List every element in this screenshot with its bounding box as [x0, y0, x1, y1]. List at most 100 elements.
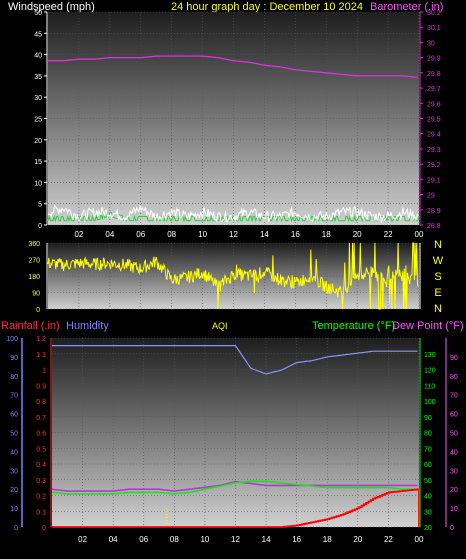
temperature-tick-label: 20 — [424, 525, 432, 532]
rainfall-tick-label: 0.5 — [36, 446, 46, 453]
barometer-tick-label: 29.7 — [427, 86, 441, 93]
x-tick-label: 12 — [229, 230, 238, 239]
barometer-tick-label: 29.6 — [427, 101, 441, 108]
x-tick-label: 10 — [198, 230, 207, 239]
dewpoint-tick-label: 40 — [450, 449, 458, 456]
windspeed-tick-label: 15 — [34, 159, 42, 166]
barometer-tick-label: 30.2 — [427, 10, 441, 17]
rainfall-tick-label: 0 — [42, 525, 46, 532]
x-tick-label: 02 — [74, 230, 83, 239]
humidity-tick-label: 60 — [10, 412, 18, 419]
wind-direction-axis-ticks: 0 90 180 270 360 — [28, 241, 40, 314]
x-tick-label: 14 — [260, 230, 269, 239]
dewpoint-tick-label: 80 — [450, 374, 458, 381]
barometer-tick-label: 29.8 — [427, 71, 441, 78]
wind-direction-tick-label: 0 — [36, 307, 40, 314]
wind-direction-tick-label: 270 — [28, 258, 40, 265]
wind-direction-tick-label: 360 — [28, 241, 40, 248]
temperature-tick-label: 120 — [424, 368, 436, 375]
barometer-tick-label: 29 — [427, 193, 435, 200]
graph-title: 24 hour graph day : December 10 2024 — [171, 1, 363, 13]
humidity-tick-label: 20 — [10, 487, 18, 494]
dewpoint-tick-label: 30 — [450, 468, 458, 475]
dewpoint-tick-label: 10 — [450, 506, 458, 513]
dewpoint-tick-label: 60 — [450, 412, 458, 419]
humidity-tick-label: 90 — [10, 355, 18, 362]
rainfall-label: Rainfall (.in) — [1, 320, 60, 332]
compass-letter: E — [434, 287, 441, 299]
rainfall-tick-label: 0.6 — [36, 431, 46, 438]
compass-letter: S — [434, 271, 441, 283]
temperature-tick-label: 100 — [424, 399, 436, 406]
x-tick-label: 14 — [262, 535, 271, 544]
humidity-tick-label: 30 — [10, 468, 18, 475]
rainfall-tick-label: 0.8 — [36, 399, 46, 406]
x-tick-label: 04 — [105, 230, 114, 239]
dewpoint-tick-label: 90 — [450, 355, 458, 362]
x-tick-label: 06 — [136, 230, 145, 239]
dewpoint-tick-label: 0 — [450, 525, 454, 532]
dewpoint-label: Dew Point (°F) — [392, 320, 464, 332]
barometer-tick-label: 29.9 — [427, 56, 441, 63]
x-tick-label: 08 — [170, 535, 179, 544]
wind-direction-tick-label: 90 — [32, 291, 40, 298]
temperature-tick-label: 30 — [424, 509, 432, 516]
compass-letter: N — [434, 239, 442, 251]
dewpoint-tick-label: 70 — [450, 393, 458, 400]
rainfall-tick-label: 0.2 — [36, 494, 46, 501]
x-tick-label: 08 — [167, 230, 176, 239]
x-tick-label: 00 — [415, 535, 424, 544]
temperature-label: Temperature (°F) — [312, 320, 395, 332]
weather-graph: Windspeed (mph) 24 hour graph day : Dece… — [0, 0, 466, 554]
barometer-tick-label: 30 — [427, 40, 435, 47]
windspeed-tick-label: 30 — [34, 95, 42, 102]
barometer-tick-label: 30.1 — [427, 25, 441, 32]
x-tick-label: 16 — [292, 535, 301, 544]
humidity-tick-label: 80 — [10, 374, 18, 381]
dewpoint-tick-label: 20 — [450, 487, 458, 494]
barometer-axis-ticks: 28.8 28.9 29 29.1 29.2 29.3 29.4 29.5 29.6 29.7 29… — [420, 10, 441, 230]
temperature-tick-label: 130 — [424, 352, 436, 359]
humidity-tick-label: 40 — [10, 449, 18, 456]
temperature-tick-label: 40 — [424, 494, 432, 501]
x-tick-label: 18 — [322, 230, 331, 239]
temperature-tick-label: 60 — [424, 462, 432, 469]
temperature-tick-label: 110 — [424, 383, 435, 390]
x-tick-label: 18 — [323, 535, 332, 544]
barometer-tick-label: 29.1 — [427, 177, 441, 184]
humidity-tick-label: 0 — [14, 525, 18, 532]
humidity-tick-label: 70 — [10, 393, 18, 400]
x-tick-label: 20 — [353, 535, 362, 544]
compass-letter: W — [433, 255, 444, 267]
windspeed-tick-label: 25 — [34, 117, 42, 124]
x-tick-label: 12 — [231, 535, 240, 544]
x-tick-label: 06 — [139, 535, 148, 544]
aqi-label: AQI — [212, 321, 228, 331]
compass-labels: NWSEN — [433, 239, 444, 315]
rainfall-tick-label: 0.7 — [36, 415, 46, 422]
x-tick-label: 02 — [78, 535, 87, 544]
x-tick-label: 22 — [384, 230, 393, 239]
humidity-tick-label: 100 — [6, 336, 18, 343]
rainfall-tick-label: 1.1 — [36, 352, 46, 359]
barometer-tick-label: 29.5 — [427, 117, 441, 124]
temperature-tick-label: 50 — [424, 478, 432, 485]
temperature-tick-label: 80 — [424, 431, 432, 438]
humidity-tick-label: 50 — [10, 431, 18, 438]
humidity-tick-label: 10 — [10, 506, 18, 513]
x-tick-label: 04 — [109, 535, 118, 544]
compass-letter: N — [434, 303, 442, 315]
windspeed-tick-label: 20 — [34, 138, 42, 145]
windspeed-tick-label: 0 — [38, 223, 42, 230]
barometer-tick-label: 29.3 — [427, 147, 441, 154]
temperature-tick-label: 70 — [424, 446, 432, 453]
weather-graph-svg: Windspeed (mph) 24 hour graph day : Dece… — [1, 1, 464, 544]
temperature-tick-label: 90 — [424, 415, 432, 422]
windspeed-tick-label: 40 — [34, 53, 42, 60]
rainfall-tick-label: 0.4 — [36, 462, 46, 469]
windspeed-label: Windspeed (mph) — [8, 1, 95, 13]
windspeed-axis-ticks: 0 5 10 15 20 25 30 35 40 45 50 — [34, 10, 47, 230]
x-tick-label: 00 — [415, 230, 424, 239]
barometer-tick-label: 29.2 — [427, 162, 441, 169]
x-tick-label: 22 — [384, 535, 393, 544]
